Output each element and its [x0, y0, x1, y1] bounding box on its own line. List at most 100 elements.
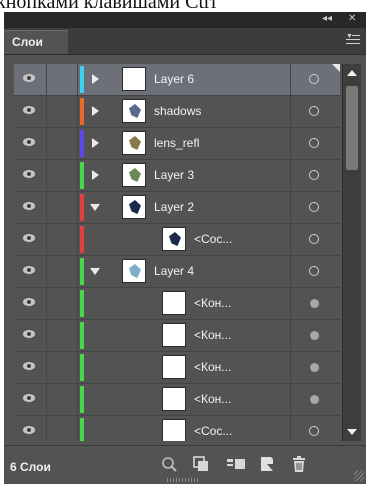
layer-thumbnail [162, 355, 186, 379]
layer-thumbnail [122, 259, 146, 283]
visibility-toggle[interactable] [14, 64, 47, 95]
layer-row[interactable]: <Кон... [14, 288, 340, 320]
target-column[interactable] [290, 352, 340, 383]
target-circle-icon[interactable] [309, 106, 319, 116]
target-column[interactable] [290, 384, 340, 415]
lock-toggle[interactable] [47, 320, 78, 351]
make-clipping-mask-icon[interactable] [192, 455, 210, 473]
target-column[interactable] [290, 288, 340, 319]
target-column[interactable] [290, 224, 340, 255]
visibility-toggle[interactable] [14, 224, 47, 255]
target-circle-icon[interactable] [309, 74, 319, 84]
appearance-dot-icon[interactable] [310, 363, 319, 372]
appearance-dot-icon[interactable] [310, 299, 319, 308]
panel-resize-grip[interactable] [167, 478, 199, 482]
lock-toggle[interactable] [47, 192, 78, 223]
lock-toggle[interactable] [47, 64, 78, 95]
locate-object-icon[interactable] [160, 455, 178, 473]
layer-name[interactable]: <Кон... [194, 392, 231, 406]
scroll-up-arrow-icon[interactable] [347, 70, 357, 76]
layer-name[interactable]: shadows [154, 104, 201, 118]
tab-layers[interactable]: Слои [4, 30, 68, 54]
layer-row[interactable]: shadows [14, 96, 340, 128]
disclosure-triangle-right-icon[interactable] [92, 74, 99, 84]
vertical-scrollbar[interactable] [342, 64, 361, 441]
lock-toggle[interactable] [47, 288, 78, 319]
target-circle-icon[interactable] [309, 234, 319, 244]
lock-toggle[interactable] [47, 160, 78, 191]
create-sublayer-icon[interactable] [226, 455, 245, 473]
visibility-toggle[interactable] [14, 128, 47, 159]
layer-name[interactable]: <Кон... [194, 328, 231, 342]
layer-thumbnail [162, 419, 186, 441]
layer-name[interactable]: <Сос... [194, 424, 232, 438]
close-icon[interactable]: ✕ [348, 13, 356, 24]
layer-name[interactable]: Layer 3 [154, 168, 194, 182]
panel-menu-icon[interactable]: ▼ [346, 33, 360, 46]
layer-color-indicator [80, 66, 84, 93]
target-circle-icon[interactable] [309, 170, 319, 180]
layer-row[interactable]: lens_refl [14, 128, 340, 160]
target-circle-icon[interactable] [309, 138, 319, 148]
scrollbar-thumb[interactable] [346, 86, 358, 170]
disclosure-triangle-right-icon[interactable] [92, 138, 99, 148]
layer-name[interactable]: Layer 4 [154, 264, 194, 278]
layer-name[interactable]: <Кон... [194, 360, 231, 374]
delete-layer-icon[interactable] [290, 455, 308, 473]
target-column[interactable] [290, 128, 340, 159]
lock-toggle[interactable] [47, 224, 78, 255]
layer-row[interactable]: Layer 2 [14, 192, 340, 224]
target-column[interactable] [290, 320, 340, 351]
layer-row[interactable]: <Сос... [14, 224, 340, 256]
visibility-toggle[interactable] [14, 96, 47, 127]
layer-row[interactable]: <Кон... [14, 384, 340, 416]
lock-toggle[interactable] [47, 416, 78, 441]
layer-row[interactable]: Layer 4 [14, 256, 340, 288]
layer-name[interactable]: <Кон... [194, 296, 231, 310]
lock-toggle[interactable] [47, 352, 78, 383]
visibility-toggle[interactable] [14, 256, 47, 287]
appearance-dot-icon[interactable] [310, 331, 319, 340]
double-chevron-left-icon[interactable]: ◂◂ [322, 13, 332, 24]
layer-row[interactable]: <Кон... [14, 320, 340, 352]
visibility-toggle[interactable] [14, 416, 47, 441]
layer-row[interactable]: <Кон... [14, 352, 340, 384]
layer-name[interactable]: lens_refl [154, 136, 199, 150]
create-new-layer-icon[interactable] [258, 455, 276, 473]
layer-name[interactable]: Layer 2 [154, 200, 194, 214]
visibility-toggle[interactable] [14, 384, 47, 415]
lock-toggle[interactable] [47, 384, 78, 415]
eye-icon [23, 234, 35, 242]
lock-toggle[interactable] [47, 128, 78, 159]
lock-toggle[interactable] [47, 256, 78, 287]
layer-row[interactable]: Layer 3 [14, 160, 340, 192]
disclosure-triangle-down-icon[interactable] [90, 204, 100, 211]
target-circle-icon[interactable] [309, 426, 319, 436]
appearance-dot-icon[interactable] [310, 395, 319, 404]
layer-list: Layer 6 shadows lens_refl Layer 3 Layer 2 <Со… [14, 64, 340, 441]
layer-thumbnail [162, 227, 186, 251]
resize-corner-icon[interactable] [354, 471, 364, 481]
target-column[interactable] [290, 192, 340, 223]
layer-name[interactable]: <Сос... [194, 232, 232, 246]
disclosure-triangle-right-icon[interactable] [92, 170, 99, 180]
visibility-toggle[interactable] [14, 288, 47, 319]
visibility-toggle[interactable] [14, 192, 47, 223]
target-circle-icon[interactable] [309, 202, 319, 212]
disclosure-triangle-down-icon[interactable] [90, 268, 100, 275]
target-column[interactable] [290, 416, 340, 441]
disclosure-triangle-right-icon[interactable] [92, 106, 99, 116]
layer-row[interactable]: <Сос... [14, 416, 340, 441]
target-column[interactable] [290, 96, 340, 127]
visibility-toggle[interactable] [14, 352, 47, 383]
panel-title-bar[interactable]: ◂◂ ✕ [4, 12, 366, 28]
layer-row[interactable]: Layer 6 [14, 64, 340, 96]
target-column[interactable] [290, 160, 340, 191]
scroll-down-arrow-icon[interactable] [347, 429, 357, 435]
target-column[interactable] [290, 256, 340, 287]
target-circle-icon[interactable] [309, 266, 319, 276]
layer-name[interactable]: Layer 6 [154, 72, 194, 86]
visibility-toggle[interactable] [14, 320, 47, 351]
lock-toggle[interactable] [47, 96, 78, 127]
visibility-toggle[interactable] [14, 160, 47, 191]
